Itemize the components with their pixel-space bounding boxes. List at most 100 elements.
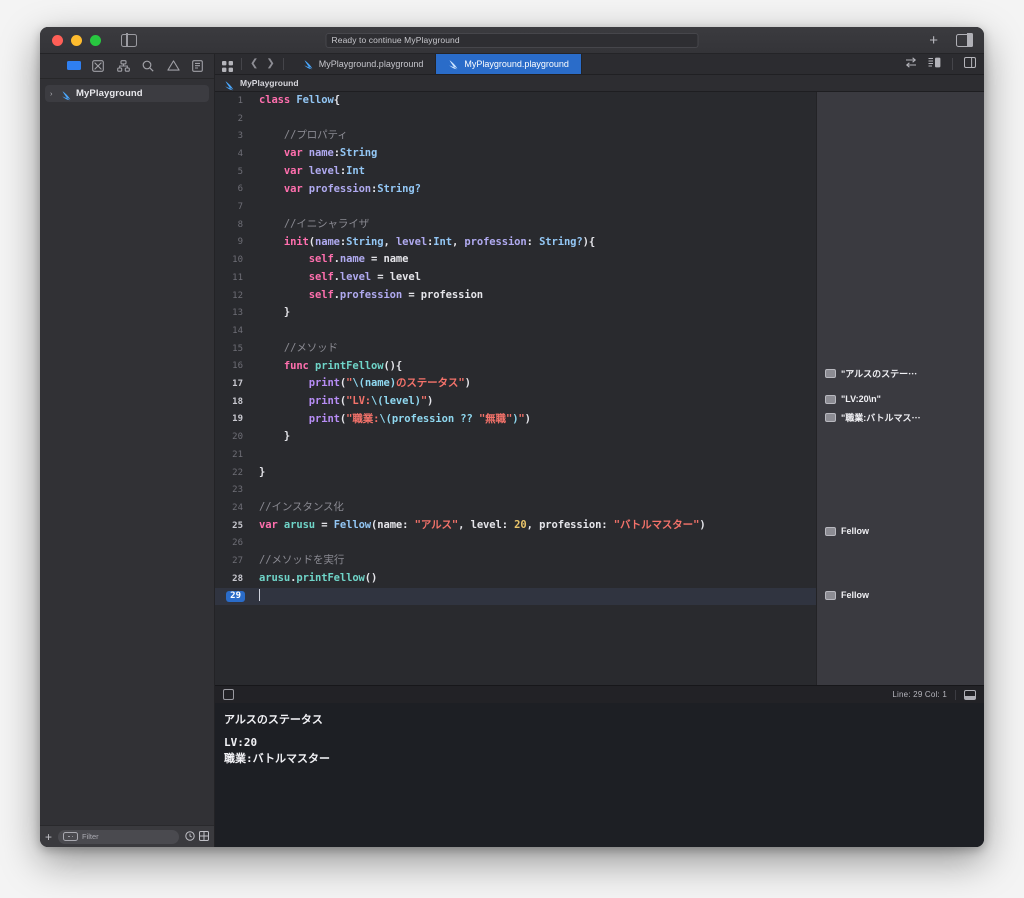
- result-chip-icon[interactable]: [825, 526, 836, 536]
- navigator-item-label: MyPlayground: [76, 88, 143, 99]
- code-line[interactable]: 24 //インスタンス化: [215, 499, 816, 517]
- result-item[interactable]: "職業:バトルマス⋯: [825, 411, 921, 424]
- code-line[interactable]: 3 //プロパティ: [215, 127, 816, 145]
- filter-scope-icon[interactable]: [63, 832, 79, 841]
- zoom-button[interactable]: [90, 34, 101, 46]
- breadcrumb-label: MyPlayground: [240, 78, 299, 88]
- code-text: //メソッド: [283, 341, 338, 354]
- code-line[interactable]: 2: [215, 110, 816, 128]
- code-line[interactable]: 16 func printFellow(){: [215, 358, 816, 376]
- title-bar: Ready to continue MyPlayground +: [40, 27, 984, 54]
- code-line[interactable]: 22}: [215, 464, 816, 482]
- results-sidebar[interactable]: "アルスのステー⋯ "LV:20\n" "職業:バトルマス⋯ Fellow Fellow: [816, 92, 984, 686]
- code-line[interactable]: 23: [215, 481, 816, 499]
- search-icon[interactable]: [142, 60, 156, 73]
- code-line[interactable]: 18 print("LV:\(level)"): [215, 393, 816, 411]
- editor-tab-2[interactable]: MyPlayground.playground: [436, 54, 582, 74]
- code-line[interactable]: 12 self.profession = profession: [215, 287, 816, 305]
- source-editor[interactable]: 1 class Fellow{ 2 3 //プロパティ 4 var name:Strin…: [215, 92, 816, 686]
- code-line[interactable]: 8 //イニシャライザ: [215, 216, 816, 234]
- add-file-button[interactable]: +: [45, 831, 52, 843]
- line-number: 15: [232, 343, 243, 354]
- code-line[interactable]: 27 //メソッドを実行: [215, 552, 816, 570]
- line-number: 23: [232, 485, 243, 496]
- code-line[interactable]: 25 var arusu = Fellow(name: "アルス", level:…: [215, 517, 816, 535]
- editor-area: ❮ ❯ MyPlayground.playground MyPlayground…: [215, 54, 984, 847]
- line-number: 28: [232, 573, 243, 584]
- result-label: "アルスのステー⋯: [841, 369, 918, 379]
- code-text: func printFellow(){: [283, 359, 403, 372]
- tab-overview-icon[interactable]: [222, 59, 233, 72]
- code-line[interactable]: 11 self.level = level: [215, 269, 816, 287]
- toggle-results-panel-icon[interactable]: [964, 55, 976, 73]
- toggle-inspector-icon[interactable]: [956, 33, 974, 47]
- tab-bar-left-controls: ❮ ❯: [215, 54, 291, 74]
- result-item[interactable]: Fellow: [825, 590, 869, 600]
- line-number: 14: [232, 325, 243, 336]
- code-line[interactable]: 15 //メソッド: [215, 340, 816, 358]
- line-number: 22: [232, 467, 243, 478]
- minimize-button[interactable]: [71, 34, 82, 46]
- hierarchy-icon[interactable]: [116, 59, 131, 73]
- editor-tab-1[interactable]: MyPlayground.playground: [291, 54, 437, 74]
- code-line[interactable]: 20 }: [215, 428, 816, 446]
- warning-icon[interactable]: [166, 59, 181, 73]
- console-toggle-icon[interactable]: [223, 689, 234, 701]
- window-body: › MyPlayground + Filter ❮ ❯ MyPlayground…: [40, 54, 984, 847]
- result-item[interactable]: "LV:20\n": [825, 394, 881, 404]
- code-line[interactable]: 19 print("職業:\(profession ?? "無職")"): [215, 411, 816, 429]
- project-navigator-tree: › MyPlayground: [40, 79, 214, 825]
- code-line[interactable]: 13 }: [215, 304, 816, 322]
- line-col-indicator: Line: 29 Col: 1: [892, 690, 947, 700]
- breadcrumb[interactable]: MyPlayground: [215, 75, 984, 92]
- assistant-editor-icon[interactable]: [928, 55, 941, 73]
- debug-bar-right: Line: 29 Col: 1: [892, 689, 976, 700]
- forward-chevron-icon[interactable]: ❯: [266, 59, 274, 69]
- result-item[interactable]: Fellow: [825, 526, 869, 536]
- code-line[interactable]: 6 var profession:String?: [215, 181, 816, 199]
- editor-tab-1-label: MyPlayground.playground: [318, 59, 424, 69]
- code-line[interactable]: 1 class Fellow{: [215, 92, 816, 110]
- code-line[interactable]: 21: [215, 446, 816, 464]
- code-line[interactable]: 29: [215, 587, 816, 606]
- code-line[interactable]: 14: [215, 322, 816, 340]
- result-label: "職業:バトルマス⋯: [841, 413, 921, 423]
- code-text: [251, 481, 816, 499]
- code-text: arusu.printFellow(): [259, 571, 378, 584]
- add-editor-icon[interactable]: +: [929, 33, 938, 48]
- report-icon[interactable]: [191, 59, 206, 73]
- navigator-item-myplayground[interactable]: › MyPlayground: [45, 85, 209, 102]
- result-chip-icon[interactable]: [825, 590, 836, 600]
- toggle-navigator-icon[interactable]: [121, 33, 137, 47]
- line-number: 2: [237, 113, 243, 124]
- code-line[interactable]: 4 var name:String: [215, 145, 816, 163]
- console-output[interactable]: アルスのステータス LV:20 職業:バトルマスター: [215, 703, 984, 847]
- filter-input[interactable]: Filter: [58, 829, 179, 844]
- result-chip-icon[interactable]: [825, 369, 836, 378]
- result-item[interactable]: "アルスのステー⋯: [825, 367, 917, 380]
- close-button[interactable]: [52, 34, 63, 46]
- folder-icon[interactable]: [66, 60, 81, 73]
- code-line[interactable]: 28 arusu.printFellow(): [215, 570, 816, 588]
- clock-icon[interactable]: [185, 828, 195, 846]
- grid-icon[interactable]: [199, 828, 209, 846]
- swap-editors-icon[interactable]: [905, 55, 917, 73]
- code-line[interactable]: 17 print("\(name)のステータス"): [215, 375, 816, 393]
- code-line[interactable]: 9 init(name:String, level:Int, professio…: [215, 234, 816, 252]
- result-chip-icon[interactable]: [825, 413, 836, 422]
- code-text: self.level = level: [308, 271, 421, 283]
- back-chevron-icon[interactable]: ❮: [250, 59, 258, 69]
- line-number: 9: [237, 237, 243, 248]
- result-chip-icon[interactable]: [825, 394, 836, 404]
- code-text: [251, 198, 816, 216]
- code-line[interactable]: 10 self.name = name: [215, 251, 816, 269]
- bottom-panel-icon[interactable]: [964, 689, 976, 700]
- source-control-icon[interactable]: [91, 59, 106, 73]
- code-line[interactable]: 7: [215, 198, 816, 216]
- code-text: //イニシャライザ: [283, 217, 370, 230]
- disclosure-triangle-icon[interactable]: ›: [50, 90, 57, 98]
- console-line: LV:20: [224, 736, 258, 750]
- swift-file-icon: [61, 88, 72, 101]
- code-line[interactable]: 5 var level:Int: [215, 163, 816, 181]
- code-line[interactable]: 26: [215, 535, 816, 553]
